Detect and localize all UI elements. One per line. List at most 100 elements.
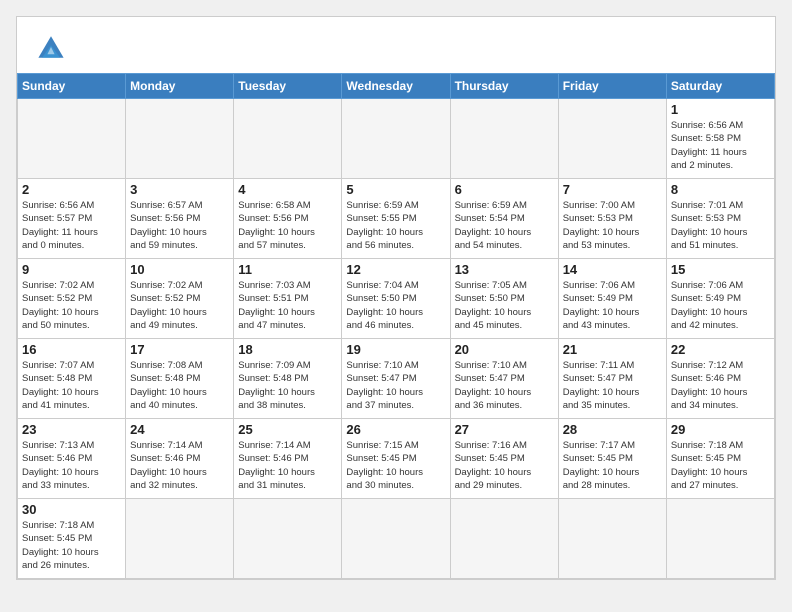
day-info: Sunrise: 6:56 AM Sunset: 5:58 PM Dayligh… [671, 119, 770, 172]
calendar-cell: 2 Sunrise: 6:56 AM Sunset: 5:57 PM Daylig… [18, 179, 126, 259]
day-info: Sunrise: 7:11 AM Sunset: 5:47 PM Dayligh… [563, 359, 662, 412]
calendar-cell: 14 Sunrise: 7:06 AM Sunset: 5:49 PM Dayli… [558, 259, 666, 339]
calendar-body: 1 Sunrise: 6:56 AM Sunset: 5:58 PM Daylig… [18, 99, 775, 579]
calendar-week-5: 23Sunrise: 7:13 AM Sunset: 5:46 PM Dayli… [18, 419, 775, 499]
calendar-cell: 25 Sunrise: 7:14 AM Sunset: 5:46 PM Dayli… [234, 419, 342, 499]
calendar-cell: 28 Sunrise: 7:17 AM Sunset: 5:45 PM Dayli… [558, 419, 666, 499]
calendar-cell: 4 Sunrise: 6:58 AM Sunset: 5:56 PM Daylig… [234, 179, 342, 259]
day-number: 27 [455, 422, 554, 437]
calendar-cell: 10 Sunrise: 7:02 AM Sunset: 5:52 PM Dayli… [126, 259, 234, 339]
day-number: 22 [671, 342, 770, 357]
weekday-header-saturday: Saturday [666, 74, 774, 99]
day-number: 26 [346, 422, 445, 437]
day-number: 1 [671, 102, 770, 117]
day-info: Sunrise: 6:56 AM Sunset: 5:57 PM Dayligh… [22, 199, 121, 252]
day-info: Sunrise: 7:14 AM Sunset: 5:46 PM Dayligh… [238, 439, 337, 492]
calendar-cell [342, 499, 450, 579]
calendar-cell: 12 Sunrise: 7:04 AM Sunset: 5:50 PM Dayli… [342, 259, 450, 339]
day-info: Sunrise: 7:08 AM Sunset: 5:48 PM Dayligh… [130, 359, 229, 412]
calendar-cell [666, 499, 774, 579]
logo [33, 29, 73, 65]
calendar-week-2: 2 Sunrise: 6:56 AM Sunset: 5:57 PM Daylig… [18, 179, 775, 259]
calendar-container: SundayMondayTuesdayWednesdayThursdayFrid… [16, 16, 776, 580]
day-number: 2 [22, 182, 121, 197]
calendar-week-6: 30 Sunrise: 7:18 AM Sunset: 5:45 PM Dayli… [18, 499, 775, 579]
calendar-cell [126, 99, 234, 179]
day-info: Sunrise: 7:02 AM Sunset: 5:52 PM Dayligh… [22, 279, 121, 332]
day-info: Sunrise: 7:12 AM Sunset: 5:46 PM Dayligh… [671, 359, 770, 412]
day-info: Sunrise: 7:04 AM Sunset: 5:50 PM Dayligh… [346, 279, 445, 332]
calendar-week-4: 16 Sunrise: 7:07 AM Sunset: 5:48 PM Dayli… [18, 339, 775, 419]
calendar-cell [18, 99, 126, 179]
calendar-cell: 23Sunrise: 7:13 AM Sunset: 5:46 PM Dayli… [18, 419, 126, 499]
calendar-cell: 27 Sunrise: 7:16 AM Sunset: 5:45 PM Dayli… [450, 419, 558, 499]
day-number: 30 [22, 502, 121, 517]
day-number: 10 [130, 262, 229, 277]
calendar-cell: 5Sunrise: 6:59 AM Sunset: 5:55 PM Daylig… [342, 179, 450, 259]
day-number: 13 [455, 262, 554, 277]
day-info: Sunrise: 7:02 AM Sunset: 5:52 PM Dayligh… [130, 279, 229, 332]
day-number: 21 [563, 342, 662, 357]
day-info: Sunrise: 7:18 AM Sunset: 5:45 PM Dayligh… [22, 519, 121, 572]
calendar-cell: 29 Sunrise: 7:18 AM Sunset: 5:45 PM Dayli… [666, 419, 774, 499]
calendar-cell [234, 99, 342, 179]
day-info: Sunrise: 7:06 AM Sunset: 5:49 PM Dayligh… [563, 279, 662, 332]
day-number: 4 [238, 182, 337, 197]
calendar-cell: 20 Sunrise: 7:10 AM Sunset: 5:47 PM Dayli… [450, 339, 558, 419]
day-info: Sunrise: 7:09 AM Sunset: 5:48 PM Dayligh… [238, 359, 337, 412]
day-number: 6 [455, 182, 554, 197]
day-number: 12 [346, 262, 445, 277]
day-number: 25 [238, 422, 337, 437]
day-number: 19 [346, 342, 445, 357]
day-number: 11 [238, 262, 337, 277]
day-info: Sunrise: 7:10 AM Sunset: 5:47 PM Dayligh… [455, 359, 554, 412]
day-info: Sunrise: 6:58 AM Sunset: 5:56 PM Dayligh… [238, 199, 337, 252]
day-number: 29 [671, 422, 770, 437]
day-number: 9 [22, 262, 121, 277]
day-info: Sunrise: 6:59 AM Sunset: 5:54 PM Dayligh… [455, 199, 554, 252]
weekday-header-monday: Monday [126, 74, 234, 99]
calendar-cell: 13 Sunrise: 7:05 AM Sunset: 5:50 PM Dayli… [450, 259, 558, 339]
calendar-cell [234, 499, 342, 579]
calendar-cell: 6 Sunrise: 6:59 AM Sunset: 5:54 PM Daylig… [450, 179, 558, 259]
day-info: Sunrise: 7:14 AM Sunset: 5:46 PM Dayligh… [130, 439, 229, 492]
calendar-cell: 19Sunrise: 7:10 AM Sunset: 5:47 PM Dayli… [342, 339, 450, 419]
day-info: Sunrise: 7:16 AM Sunset: 5:45 PM Dayligh… [455, 439, 554, 492]
day-number: 15 [671, 262, 770, 277]
day-number: 18 [238, 342, 337, 357]
calendar-cell: 7Sunrise: 7:00 AM Sunset: 5:53 PM Daylig… [558, 179, 666, 259]
day-number: 28 [563, 422, 662, 437]
calendar-cell [450, 99, 558, 179]
logo-icon [33, 29, 69, 65]
day-info: Sunrise: 7:05 AM Sunset: 5:50 PM Dayligh… [455, 279, 554, 332]
calendar-cell: 24 Sunrise: 7:14 AM Sunset: 5:46 PM Dayli… [126, 419, 234, 499]
day-info: Sunrise: 7:15 AM Sunset: 5:45 PM Dayligh… [346, 439, 445, 492]
day-info: Sunrise: 6:57 AM Sunset: 5:56 PM Dayligh… [130, 199, 229, 252]
calendar-cell [558, 99, 666, 179]
day-number: 3 [130, 182, 229, 197]
day-info: Sunrise: 7:03 AM Sunset: 5:51 PM Dayligh… [238, 279, 337, 332]
day-number: 16 [22, 342, 121, 357]
day-info: Sunrise: 7:07 AM Sunset: 5:48 PM Dayligh… [22, 359, 121, 412]
day-info: Sunrise: 7:06 AM Sunset: 5:49 PM Dayligh… [671, 279, 770, 332]
day-info: Sunrise: 7:17 AM Sunset: 5:45 PM Dayligh… [563, 439, 662, 492]
day-info: Sunrise: 7:18 AM Sunset: 5:45 PM Dayligh… [671, 439, 770, 492]
calendar-cell: 18 Sunrise: 7:09 AM Sunset: 5:48 PM Dayli… [234, 339, 342, 419]
weekday-header-thursday: Thursday [450, 74, 558, 99]
calendar-cell: 8Sunrise: 7:01 AM Sunset: 5:53 PM Daylig… [666, 179, 774, 259]
calendar-cell: 3 Sunrise: 6:57 AM Sunset: 5:56 PM Daylig… [126, 179, 234, 259]
header [17, 17, 775, 73]
calendar-cell [126, 499, 234, 579]
day-number: 23 [22, 422, 121, 437]
calendar-week-1: 1 Sunrise: 6:56 AM Sunset: 5:58 PM Daylig… [18, 99, 775, 179]
calendar-cell: 16 Sunrise: 7:07 AM Sunset: 5:48 PM Dayli… [18, 339, 126, 419]
day-number: 14 [563, 262, 662, 277]
day-number: 24 [130, 422, 229, 437]
calendar-cell: 22 Sunrise: 7:12 AM Sunset: 5:46 PM Dayli… [666, 339, 774, 419]
calendar-cell [558, 499, 666, 579]
calendar-table: SundayMondayTuesdayWednesdayThursdayFrid… [17, 73, 775, 579]
weekday-row: SundayMondayTuesdayWednesdayThursdayFrid… [18, 74, 775, 99]
calendar-cell: 17Sunrise: 7:08 AM Sunset: 5:48 PM Dayli… [126, 339, 234, 419]
day-number: 20 [455, 342, 554, 357]
day-info: Sunrise: 7:00 AM Sunset: 5:53 PM Dayligh… [563, 199, 662, 252]
